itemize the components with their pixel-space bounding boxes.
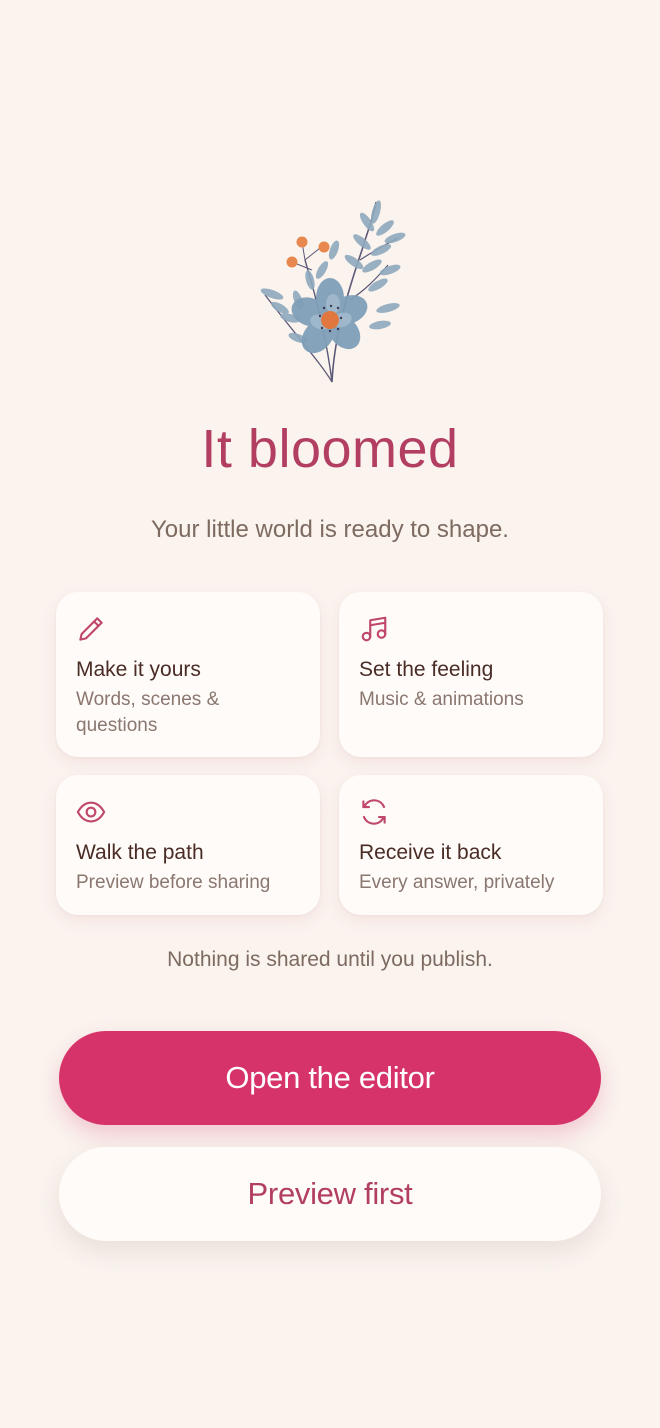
pencil-icon: [79, 617, 103, 641]
privacy-note: Nothing is shared until you publish.: [167, 948, 493, 971]
feature-title: Walk the path: [76, 841, 204, 864]
feature-title: Receive it back: [359, 841, 502, 864]
feature-card-receive-it-back[interactable]: Receive it back Every answer, privately: [339, 775, 603, 915]
page-title: It bloomed: [201, 419, 459, 479]
music-note-icon: [361, 616, 387, 642]
feature-card-set-the-feeling[interactable]: Set the feeling Music & animations: [339, 592, 603, 757]
eye-icon: [76, 801, 106, 823]
preview-first-button[interactable]: Preview first: [59, 1147, 601, 1241]
feature-description: Words, scenes & questions: [76, 689, 220, 736]
flower-illustration: [260, 200, 406, 383]
refresh-icon: [362, 799, 386, 825]
feature-title: Make it yours: [76, 658, 201, 681]
feature-description: Music & animations: [359, 689, 524, 710]
feature-card-walk-the-path[interactable]: Walk the path Preview before sharing: [56, 775, 320, 915]
feature-description: Preview before sharing: [76, 872, 271, 893]
feature-title: Set the feeling: [359, 658, 494, 681]
feature-card-make-it-yours[interactable]: Make it yours Words, scenes & questions: [56, 592, 320, 757]
open-editor-button[interactable]: Open the editor: [59, 1031, 601, 1125]
feature-description: Every answer, privately: [359, 872, 555, 893]
page-subtitle: Your little world is ready to shape.: [151, 516, 509, 543]
